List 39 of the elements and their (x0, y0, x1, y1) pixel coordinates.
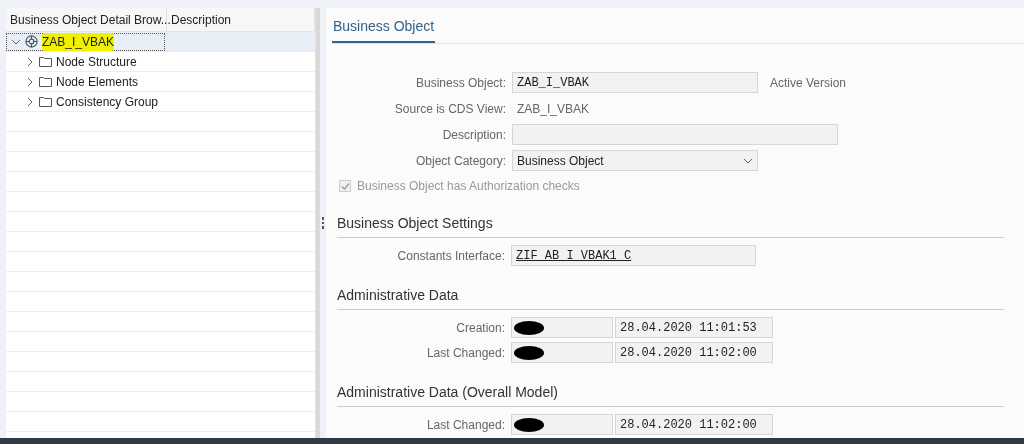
lifebuoy-icon (25, 35, 38, 48)
field-label: Creation: (455, 319, 505, 337)
field-label: Constants Interface: (396, 247, 505, 265)
field-label: Description: (441, 126, 506, 144)
folder-icon (39, 76, 52, 87)
input-field[interactable]: ZAB_I_VBAK (512, 72, 758, 93)
tab[interactable]: Business Object (332, 16, 436, 43)
tree-node-label: Node Structure (56, 53, 137, 71)
timestamp-field[interactable]: 28.04.2020 11:02:00 (615, 414, 773, 435)
field-label: Last Changed: (425, 344, 505, 362)
tree-row[interactable]: ZAB_I_VBAK (6, 32, 315, 52)
field-label: Object Category: (414, 152, 506, 170)
category-dropdown[interactable]: Business Object (512, 150, 758, 171)
tree-node-label: Consistency Group (56, 93, 159, 111)
timestamp-field[interactable]: 28.04.2020 11:02:00 (615, 342, 773, 363)
redaction-blot (514, 417, 544, 432)
redaction-blot (514, 345, 544, 360)
chevron-right-icon[interactable] (25, 96, 35, 107)
chevron-right-icon[interactable] (25, 76, 35, 87)
cds-view-name: ZAB_I_VBAK (516, 100, 590, 118)
tree-node-label: Node Elements (56, 73, 139, 91)
redaction-blot (514, 320, 544, 335)
version-status: Active Version (770, 74, 847, 92)
input-field[interactable] (512, 124, 838, 145)
folder-icon (39, 56, 52, 67)
tree-node-label: ZAB_I_VBAK (42, 32, 115, 51)
splitter-handle-icon[interactable] (322, 217, 324, 229)
section-title: Administrative Data (337, 285, 1004, 310)
checkbox-label: Business Object has Authorization checks (357, 178, 580, 195)
folder-icon (39, 96, 52, 107)
section-title: Administrative Data (Overall Model) (337, 382, 1004, 407)
interface-link[interactable]: ZIF_AB_I_VBAK1_C (516, 246, 632, 265)
field-label: Last Changed: (425, 416, 505, 434)
field-label: Source is CDS View: (393, 100, 506, 118)
chevron-right-icon[interactable] (25, 56, 35, 67)
input-field[interactable]: ZIF_AB_I_VBAK1_C (511, 245, 756, 266)
section-title: Business Object Settings (337, 213, 1004, 238)
timestamp-field[interactable]: 28.04.2020 11:01:53 (615, 317, 773, 338)
field-label: Business Object: (414, 74, 506, 92)
